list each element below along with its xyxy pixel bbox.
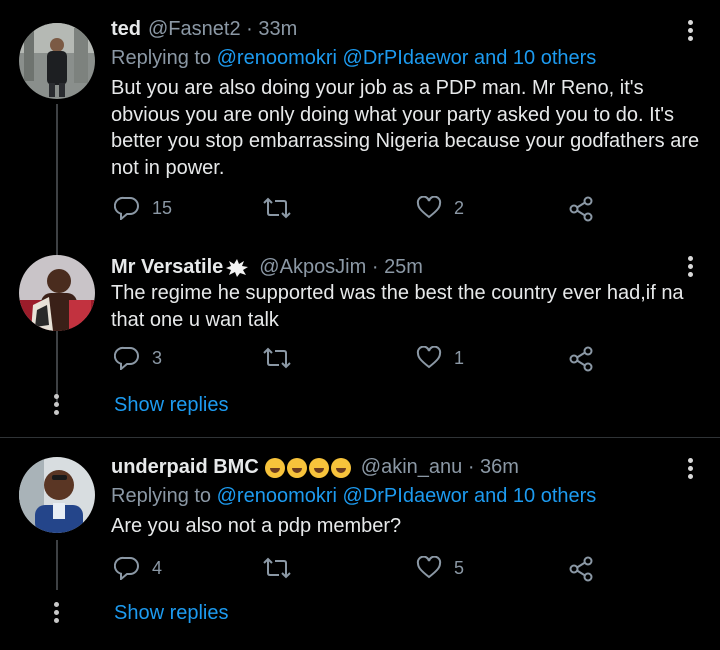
handle-time[interactable]: @AkposJim · 25m — [259, 256, 423, 279]
tweet-text: But you are also doing your job as a PDP… — [111, 77, 700, 179]
more-icon[interactable] — [688, 20, 694, 44]
thread-continue-dots — [54, 602, 59, 626]
display-name[interactable]: ted — [111, 18, 141, 41]
thread-continue-dots — [54, 394, 59, 418]
replying-prefix: Replying to — [111, 485, 217, 507]
share-button[interactable] — [568, 346, 594, 372]
show-replies-link[interactable]: Show replies — [114, 602, 229, 625]
replying-to: Replying to @renoomokri @DrPIdaewor and … — [111, 47, 596, 70]
reply-icon — [114, 346, 139, 370]
like-count: 5 — [454, 557, 465, 578]
more-icon[interactable] — [688, 256, 694, 280]
replying-prefix: Replying to — [111, 47, 217, 69]
like-button[interactable]: 1 — [416, 346, 464, 370]
tweet-text: The regime he supported was the best the… — [111, 282, 684, 331]
like-button[interactable]: 2 — [416, 196, 464, 220]
like-icon — [416, 556, 442, 579]
avatar-ted[interactable] — [19, 23, 95, 99]
reply-button[interactable]: 15 — [114, 196, 172, 220]
more-icon[interactable] — [688, 458, 694, 482]
thread-line — [56, 540, 58, 590]
like-icon — [416, 346, 442, 369]
share-icon — [569, 196, 593, 222]
handle-time[interactable]: @akin_anu · 36m — [361, 456, 519, 479]
replying-targets[interactable]: @renoomokri @DrPIdaewor and 10 others — [217, 47, 597, 69]
retweet-button[interactable] — [262, 196, 304, 220]
tweet-header: underpaid BMC @akin_anu · 36m — [111, 456, 519, 479]
tweet-header: Mr Versatile @AkposJim · 25m — [111, 256, 423, 279]
handle-time[interactable]: @Fasnet2 · 33m — [148, 18, 297, 41]
reply-count: 4 — [152, 557, 163, 578]
replying-to: Replying to @renoomokri @DrPIdaewor and … — [111, 485, 596, 508]
share-icon — [569, 346, 593, 372]
like-count: 2 — [454, 197, 465, 218]
verified-splash-icon — [226, 258, 249, 277]
reply-count: 15 — [152, 197, 173, 218]
retweet-button[interactable] — [262, 556, 304, 580]
retweet-icon — [263, 347, 291, 369]
like-count: 1 — [454, 347, 465, 368]
replying-targets[interactable]: @renoomokri @DrPIdaewor and 10 others — [217, 485, 597, 507]
reply-count: 3 — [152, 347, 163, 368]
like-button[interactable]: 5 — [416, 556, 464, 580]
avatar-underpaid-bmc[interactable] — [19, 457, 95, 533]
avatar-mr-versatile[interactable] — [19, 255, 95, 331]
like-icon — [416, 196, 442, 219]
tweet-text: Are you also not a pdp member? — [111, 515, 402, 537]
reply-icon — [114, 196, 139, 220]
show-replies-link[interactable]: Show replies — [114, 394, 229, 417]
retweet-icon — [263, 557, 291, 579]
tweet-header: ted @Fasnet2 · 33m — [111, 18, 297, 41]
thread-line — [56, 104, 58, 404]
reply-button[interactable]: 4 — [114, 556, 162, 580]
retweet-icon — [263, 197, 291, 219]
display-name[interactable]: underpaid BMC — [111, 456, 259, 479]
reply-button[interactable]: 3 — [114, 346, 162, 370]
share-button[interactable] — [568, 196, 594, 222]
retweet-button[interactable] — [262, 346, 304, 370]
share-button[interactable] — [568, 556, 594, 582]
reply-icon — [114, 556, 139, 580]
divider — [0, 437, 720, 438]
share-icon — [569, 556, 593, 582]
display-name[interactable]: Mr Versatile — [111, 256, 223, 279]
rofl-emoji — [264, 457, 353, 478]
